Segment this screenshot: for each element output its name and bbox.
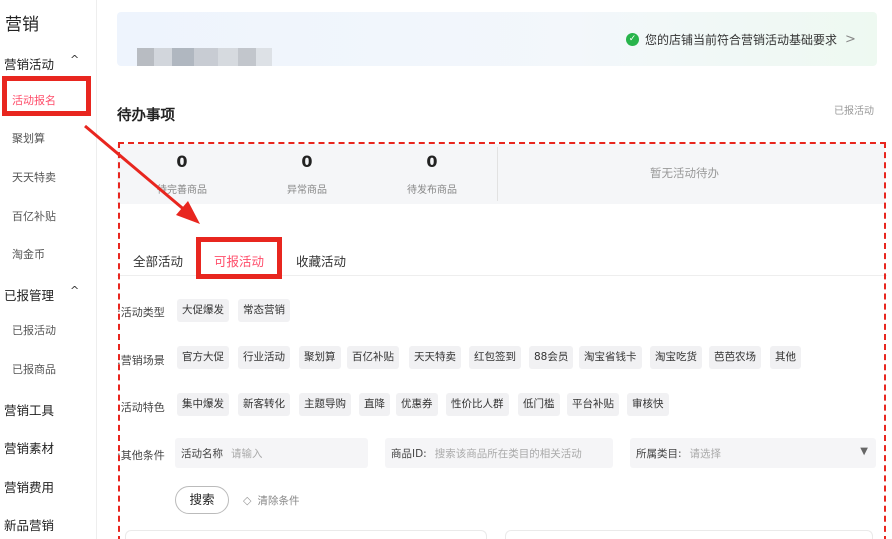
sidebar-item-reported-products[interactable]: 已报商品 — [12, 361, 56, 377]
chevron-down-icon: ▼ — [860, 446, 868, 457]
stats-divider — [497, 147, 498, 201]
activity-card[interactable] — [125, 530, 487, 539]
stat-incomplete-products[interactable]: 0 待完善商品 — [139, 152, 225, 196]
sidebar-item-billion-subsidy[interactable]: 百亿补贴 — [12, 208, 56, 224]
sidebar-group-marketing-costs[interactable]: 营销费用 — [4, 477, 54, 496]
other-conditions-label: 其他条件: — [117, 449, 165, 462]
search-button[interactable]: 搜索 — [175, 486, 229, 514]
stat-value: 0 — [176, 152, 188, 171]
activity-name-placeholder: 请输入 — [231, 447, 263, 460]
filter-tag[interactable]: 百亿补贴 — [347, 346, 399, 369]
filter-tag[interactable]: 低门槛 — [518, 393, 560, 416]
todo-title: 待办事项 — [117, 108, 175, 124]
filter-tag[interactable]: 聚划算 — [299, 346, 341, 369]
stat-label: 异常商品 — [287, 185, 327, 196]
sidebar-group-reported-management[interactable]: 已报管理 ^ — [4, 284, 79, 304]
filter-tag[interactable]: 审核快 — [627, 393, 669, 416]
stat-pending-publish-products[interactable]: 0 待发布商品 — [395, 152, 469, 196]
eraser-icon: ◇ — [243, 494, 252, 507]
store-status[interactable]: ✓ 您的店铺当前符合营销活动基础要求 > — [626, 31, 856, 48]
filter-tag[interactable]: 平台补贴 — [567, 393, 619, 416]
page-root: 营销 营销活动 ^ 活动报名 聚划算 天天特卖 百亿补贴 淘金币 已报管理 ^ … — [0, 0, 892, 539]
filter-tag[interactable]: 官方大促 — [177, 346, 229, 369]
category-label: 所属类目: — [636, 447, 682, 460]
category-placeholder: 请选择 — [689, 447, 722, 460]
category-select[interactable]: 所属类目: 请选择 ▼ — [630, 438, 876, 468]
stat-value: 0 — [426, 152, 438, 171]
sidebar-group-label: 已报管理 — [4, 288, 55, 303]
filter-tag[interactable]: 集中爆发 — [177, 393, 229, 416]
tab-all-activities[interactable]: 全部活动 — [133, 251, 183, 270]
blurred-store-name — [137, 48, 154, 66]
blurred-store-name-part — [172, 48, 194, 66]
annotation-box-activity-signup — [2, 76, 91, 116]
sidebar-item-reported-activities[interactable]: 已报活动 — [12, 322, 56, 338]
filter-tag[interactable]: 性价比人群 — [446, 393, 509, 416]
blurred-store-name-part — [238, 48, 256, 66]
stat-abnormal-products[interactable]: 0 异常商品 — [272, 152, 342, 196]
filter-tag[interactable]: 天天特卖 — [409, 346, 461, 369]
check-circle-icon: ✓ — [626, 33, 639, 46]
blurred-store-name-part — [256, 48, 272, 66]
product-id-placeholder: 搜索该商品所在类目的相关活动 — [434, 447, 582, 460]
sidebar-item-taojinbi[interactable]: 淘金币 — [12, 246, 45, 262]
blurred-store-name-part — [218, 48, 238, 66]
sidebar-item-daily-deals[interactable]: 天天特卖 — [12, 169, 56, 185]
sidebar-group-marketing-activities[interactable]: 营销活动 ^ — [4, 53, 79, 73]
blurred-store-name-part — [154, 48, 172, 66]
sidebar-item-juhuasuan[interactable]: 聚划算 — [12, 130, 45, 146]
blurred-store-name-part — [194, 48, 218, 66]
filter-tag[interactable]: 行业活动 — [238, 346, 290, 369]
filter-tag[interactable]: 常态营销 — [238, 299, 290, 322]
sidebar-group-marketing-tools[interactable]: 营销工具 — [4, 400, 54, 419]
filter-tag[interactable]: 大促爆发 — [177, 299, 229, 322]
reported-activities-link[interactable]: 已报活动 — [834, 102, 874, 117]
stat-value: 0 — [301, 152, 313, 171]
clear-conditions-button[interactable]: ◇ 清除条件 — [243, 493, 299, 508]
filter-tag[interactable]: 直降 — [359, 393, 390, 416]
empty-todo-text: 暂无活动待办 — [650, 166, 719, 180]
filter-tag[interactable]: 优惠券 — [396, 393, 438, 416]
activity-card[interactable] — [505, 530, 873, 539]
activity-name-label: 活动名称 — [181, 447, 223, 460]
annotation-box-available-tab — [196, 237, 282, 279]
stat-label: 待完善商品 — [157, 185, 207, 196]
activity-feature-label: 活动特色: — [117, 401, 165, 414]
store-status-text: 您的店铺当前符合营销活动基础要求 — [645, 33, 838, 47]
product-id-field[interactable]: 商品ID: 搜索该商品所在类目的相关活动 — [385, 438, 613, 468]
filter-tag[interactable]: 芭芭农场 — [709, 346, 761, 369]
filter-tag[interactable]: 其他 — [770, 346, 801, 369]
sidebar-title: 营销 — [5, 15, 39, 35]
product-id-label: 商品ID: — [391, 447, 427, 460]
sidebar-group-new-product-marketing[interactable]: 新品营销 — [4, 515, 54, 534]
marketing-scene-label: 营销场景: — [117, 354, 165, 367]
tab-favorite-activities[interactable]: 收藏活动 — [296, 251, 346, 270]
caret-up-icon: ^ — [70, 53, 80, 66]
filter-tag[interactable]: 红包签到 — [469, 346, 521, 369]
filter-tag[interactable]: 新客转化 — [238, 393, 290, 416]
todo-stats-panel — [117, 144, 885, 204]
filter-tag[interactable]: 淘宝省钱卡 — [579, 346, 642, 369]
filter-tag[interactable]: 主题导购 — [299, 393, 351, 416]
chevron-right-icon: > — [845, 32, 856, 47]
caret-up-icon: ^ — [70, 284, 80, 297]
sidebar-group-label: 营销活动 — [4, 57, 55, 72]
filter-tag[interactable]: 淘宝吃货 — [650, 346, 702, 369]
sidebar-group-marketing-materials[interactable]: 营销素材 — [4, 438, 54, 457]
filter-tag[interactable]: 88会员 — [529, 346, 574, 369]
stat-label: 待发布商品 — [407, 185, 457, 196]
activity-name-field[interactable]: 活动名称 请输入 — [175, 438, 368, 468]
activity-type-label: 活动类型: — [117, 306, 165, 319]
clear-conditions-label: 清除条件 — [257, 495, 300, 507]
